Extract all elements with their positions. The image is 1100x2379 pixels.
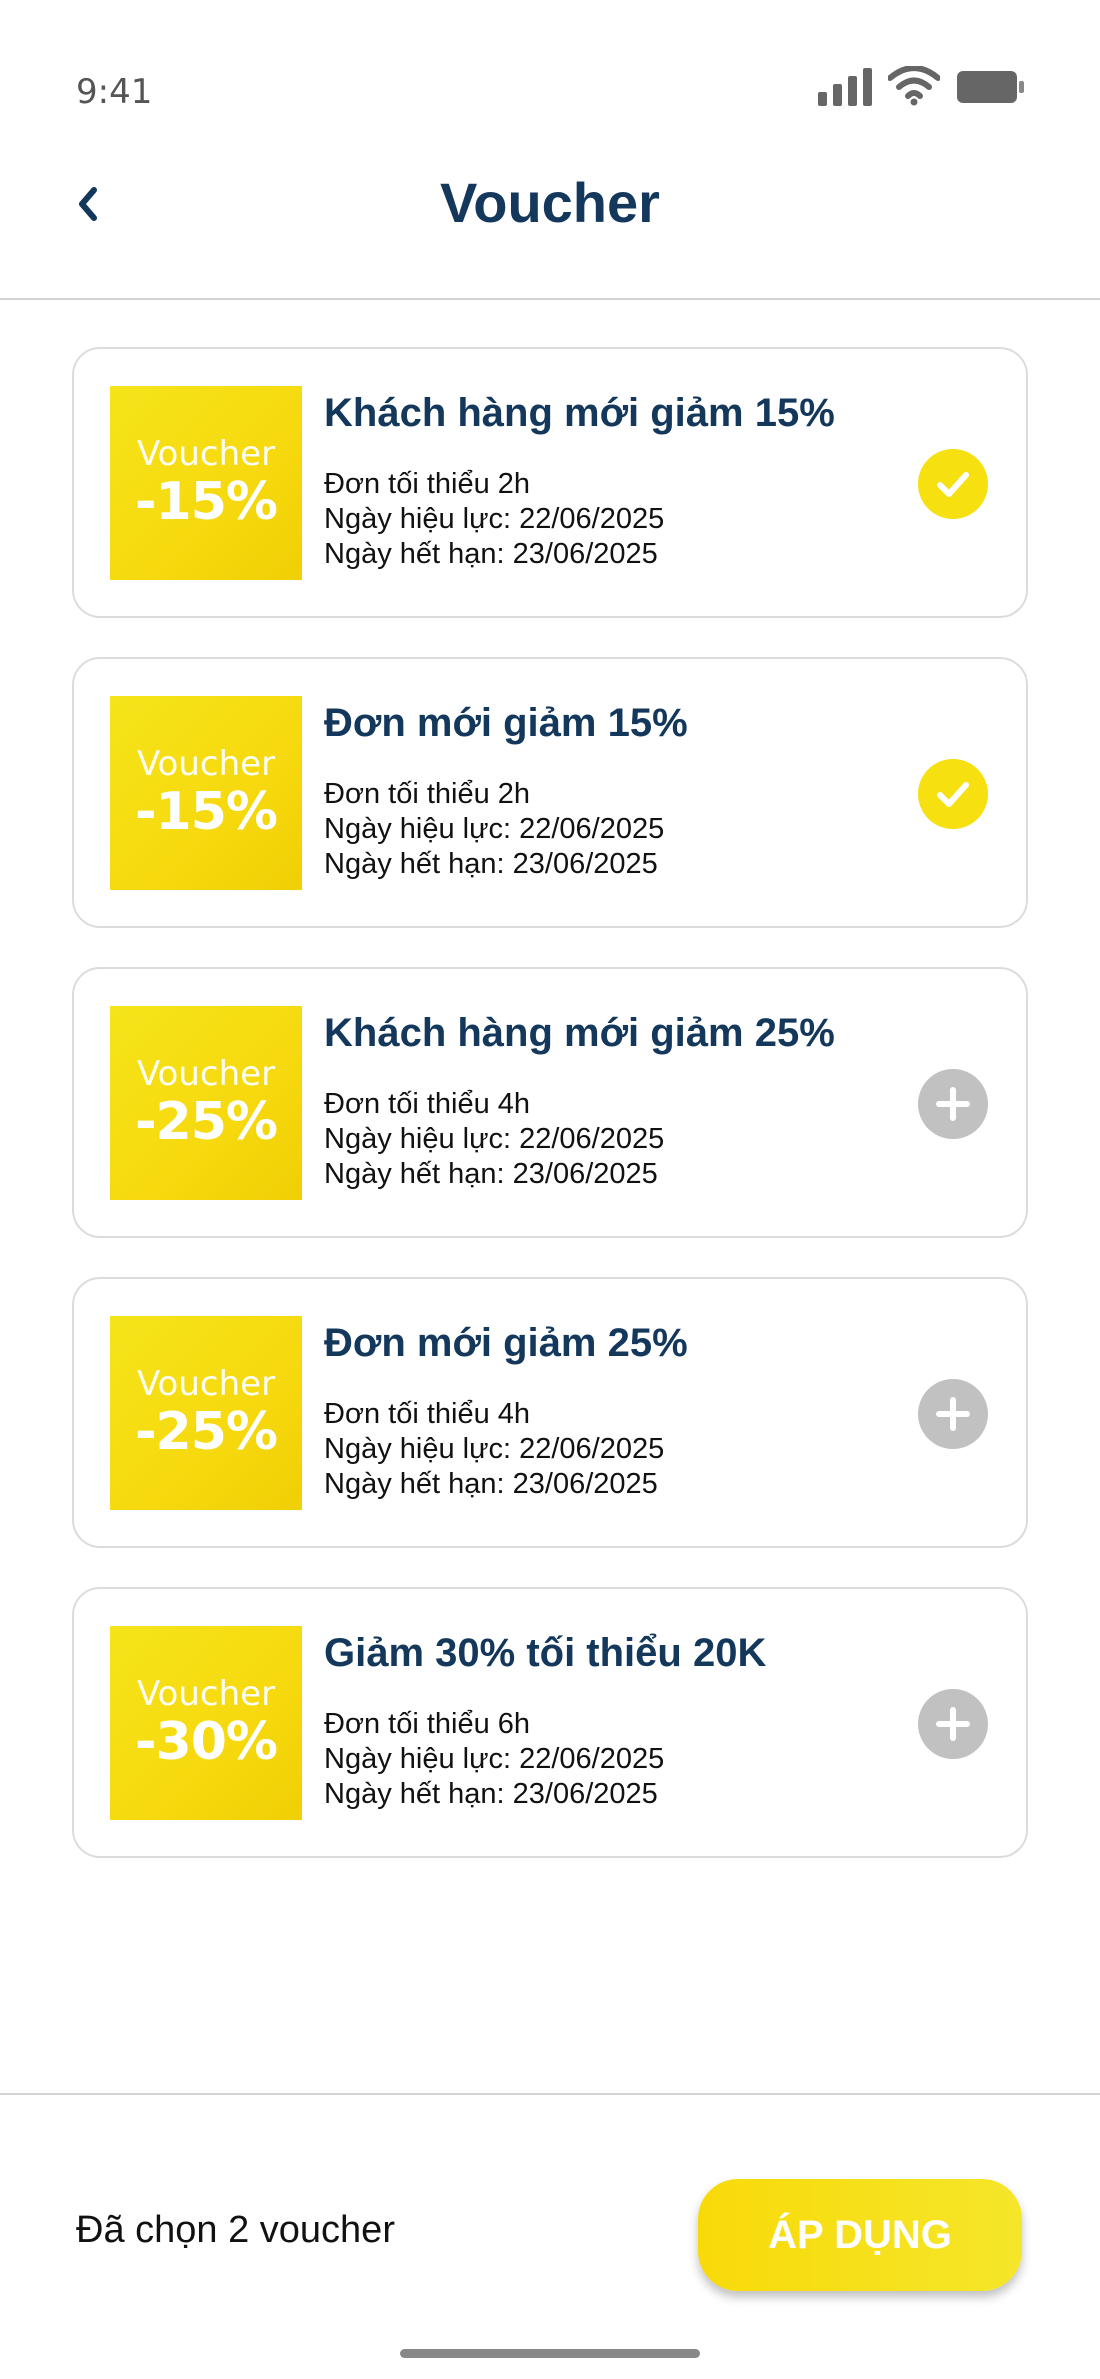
voucher-expiry: Ngày hết hạn: 23/06/2025 <box>324 848 658 880</box>
voucher-title: Khách hàng mới giảm 25% <box>324 1011 835 1055</box>
ticket-label: Voucher <box>136 1674 276 1714</box>
ticket-discount: -30% <box>134 1712 278 1772</box>
voucher-card[interactable]: Voucher -30% Giảm 30% tối thiểu 20K Đơn … <box>72 1587 1028 1858</box>
voucher-valid-from: Ngày hiệu lực: 22/06/2025 <box>324 1123 665 1155</box>
voucher-title: Đơn mới giảm 25% <box>324 1321 688 1365</box>
voucher-ticket-image: Voucher -30% <box>105 1626 302 1820</box>
apply-button[interactable]: ÁP DỤNG <box>698 2179 1022 2291</box>
plus-icon <box>936 1707 970 1741</box>
page-title: Voucher <box>440 171 660 234</box>
voucher-ticket-image: Voucher -25% <box>105 1316 302 1510</box>
ticket-label: Voucher <box>136 744 276 784</box>
voucher-select-toggle[interactable] <box>918 1379 988 1449</box>
voucher-min-order: Đơn tối thiểu 4h <box>324 1398 531 1430</box>
voucher-valid-from: Ngày hiệu lực: 22/06/2025 <box>324 503 665 535</box>
voucher-expiry: Ngày hết hạn: 23/06/2025 <box>324 1158 658 1190</box>
battery-icon <box>957 71 1024 103</box>
plus-icon <box>936 1397 970 1431</box>
status-time: 9:41 <box>76 72 153 112</box>
home-indicator <box>400 2349 700 2358</box>
plus-icon <box>936 1087 970 1121</box>
voucher-select-toggle[interactable] <box>918 759 988 829</box>
selected-count-text: Đã chọn 2 voucher <box>76 2209 395 2251</box>
voucher-ticket-image: Voucher -15% <box>105 696 302 890</box>
ticket-discount: -15% <box>134 782 278 842</box>
status-bar: 9:41 <box>0 0 1100 140</box>
voucher-valid-from: Ngày hiệu lực: 22/06/2025 <box>324 1433 665 1465</box>
voucher-min-order: Đơn tối thiểu 6h <box>324 1708 531 1740</box>
voucher-title: Giảm 30% tối thiểu 20K <box>324 1631 767 1675</box>
checkmark-icon <box>937 472 969 497</box>
checkmark-icon <box>937 782 969 807</box>
voucher-ticket-image: Voucher -15% <box>105 386 302 580</box>
voucher-valid-from: Ngày hiệu lực: 22/06/2025 <box>324 1743 665 1775</box>
voucher-min-order: Đơn tối thiểu 4h <box>324 1088 531 1120</box>
ticket-discount: -25% <box>134 1092 278 1152</box>
voucher-select-toggle[interactable] <box>918 1689 988 1759</box>
voucher-title: Đơn mới giảm 15% <box>324 701 688 745</box>
voucher-ticket-image: Voucher -25% <box>105 1006 302 1200</box>
ticket-label: Voucher <box>136 434 276 474</box>
cellular-signal-icon <box>818 66 872 106</box>
ticket-label: Voucher <box>136 1054 276 1094</box>
footer-bar: Đã chọn 2 voucher ÁP DỤNG <box>0 2093 1100 2379</box>
voucher-select-toggle[interactable] <box>918 1069 988 1139</box>
header: Voucher <box>0 140 1100 300</box>
voucher-card[interactable]: Voucher -25% Khách hàng mới giảm 25% Đơn… <box>72 967 1028 1238</box>
voucher-min-order: Đơn tối thiểu 2h <box>324 778 531 810</box>
ticket-discount: -25% <box>134 1402 278 1462</box>
voucher-card[interactable]: Voucher -15% Khách hàng mới giảm 15% Đơn… <box>72 347 1028 618</box>
voucher-card[interactable]: Voucher -25% Đơn mới giảm 25% Đơn tối th… <box>72 1277 1028 1548</box>
voucher-title: Khách hàng mới giảm 15% <box>324 391 835 435</box>
voucher-min-order: Đơn tối thiểu 2h <box>324 468 531 500</box>
voucher-list: Voucher -15% Khách hàng mới giảm 15% Đơn… <box>72 347 1028 1897</box>
voucher-expiry: Ngày hết hạn: 23/06/2025 <box>324 538 658 570</box>
voucher-card[interactable]: Voucher -15% Đơn mới giảm 15% Đơn tối th… <box>72 657 1028 928</box>
voucher-expiry: Ngày hết hạn: 23/06/2025 <box>324 1468 658 1500</box>
ticket-label: Voucher <box>136 1364 276 1404</box>
voucher-expiry: Ngày hết hạn: 23/06/2025 <box>324 1778 658 1810</box>
voucher-select-toggle[interactable] <box>918 449 988 519</box>
wifi-icon <box>888 66 940 106</box>
voucher-valid-from: Ngày hiệu lực: 22/06/2025 <box>324 813 665 845</box>
ticket-discount: -15% <box>134 472 278 532</box>
